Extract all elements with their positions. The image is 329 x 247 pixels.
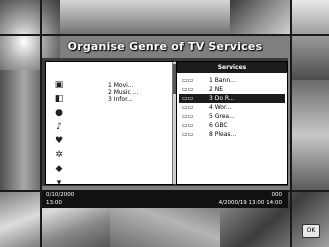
services-list: ▭▭ 1 Bann... ▭▭ 2 NE ▭▭ 3 Do R... ▭▭ 4 W… [179, 76, 285, 139]
lists-area: ▣ ◧ ● ♪ ♥ ✲ ◆ ▾ 1 Movi... 2 Music ... 3 … [42, 58, 288, 188]
genre-icon-column: ▣ ◧ ● ♪ ♥ ✲ ◆ ▾ [50, 80, 64, 192]
service-name: 3 Do R... [209, 95, 235, 102]
genre-list: 1 Movi... 2 Music ... 3 Infor... [108, 82, 168, 103]
genre-panel: ▣ ◧ ● ♪ ♥ ✲ ◆ ▾ 1 Movi... 2 Music ... 3 … [45, 61, 177, 188]
genre-organiser-dialog: Organise Genre of TV Services ▣ ◧ ● ♪ ♥ … [40, 34, 290, 216]
services-header: Services [177, 62, 287, 73]
service-row[interactable]: ▭▭ 1 Bann... [179, 76, 285, 85]
service-name: 5 Grea... [209, 113, 235, 120]
tv-icon[interactable]: ▣ [54, 80, 64, 90]
tv-icon: ▭▭ [182, 77, 194, 84]
service-name: 4 Wor... [209, 104, 232, 111]
status-time: 13:00 [46, 200, 62, 206]
bg-tile [290, 80, 329, 190]
service-row[interactable]: ▭▭ 4 Wor... [179, 103, 285, 112]
status-bar: 0/10/2000 13:00 000 4/2000/19 13:00 14:0… [42, 190, 288, 208]
globe-icon[interactable]: ● [54, 108, 64, 118]
status-programme-time: 4/2000/19 13:00 14:00 [218, 200, 282, 206]
page-title: Organise Genre of TV Services [67, 40, 263, 53]
tv-icon: ▭▭ [182, 122, 194, 129]
tv-icon: ▭▭ [182, 86, 194, 93]
sports-icon[interactable]: ✲ [54, 150, 64, 160]
status-channel-number: 000 [271, 192, 283, 198]
bg-tile [60, 0, 230, 35]
bg-tile [230, 0, 290, 35]
music-icon[interactable]: ♪ [54, 122, 64, 132]
other-icon[interactable]: ▾ [54, 178, 64, 188]
bg-tile [290, 0, 329, 80]
tv-icon: ▭▭ [182, 113, 194, 120]
genre-item[interactable]: 3 Infor... [108, 96, 168, 103]
genre-item[interactable]: 2 Music ... [108, 89, 168, 96]
service-row[interactable]: ▭▭ 5 Grea... [179, 112, 285, 121]
bg-tile [0, 70, 40, 190]
tv-icon: ▭▭ [182, 104, 194, 111]
service-row[interactable]: ▭▭ 6 GBC [179, 121, 285, 130]
movie-icon[interactable]: ◧ [54, 94, 64, 104]
service-row[interactable]: ▭▭ 8 Pleas... [179, 130, 285, 139]
kids-icon[interactable]: ♥ [54, 136, 64, 146]
tv-icon: ▭▭ [182, 95, 194, 102]
service-row-selected[interactable]: ▭▭ 3 Do R... [179, 94, 285, 103]
status-date: 0/10/2000 [46, 192, 75, 198]
tv-icon: ▭▭ [182, 131, 194, 138]
service-name: 2 NE [209, 86, 224, 93]
service-row[interactable]: ▭▭ 2 NE [179, 85, 285, 94]
divider [290, 0, 292, 247]
service-name: 6 GBC [209, 122, 228, 129]
service-name: 1 Bann... [209, 77, 236, 84]
ok-button[interactable]: OK [302, 224, 320, 238]
service-name: 8 Pleas... [209, 131, 237, 138]
news-icon[interactable]: ◆ [54, 164, 64, 174]
services-panel: Services ▭▭ 1 Bann... ▭▭ 2 NE ▭▭ 3 Do R.… [176, 61, 288, 185]
genre-item[interactable]: 1 Movi... [108, 82, 168, 89]
